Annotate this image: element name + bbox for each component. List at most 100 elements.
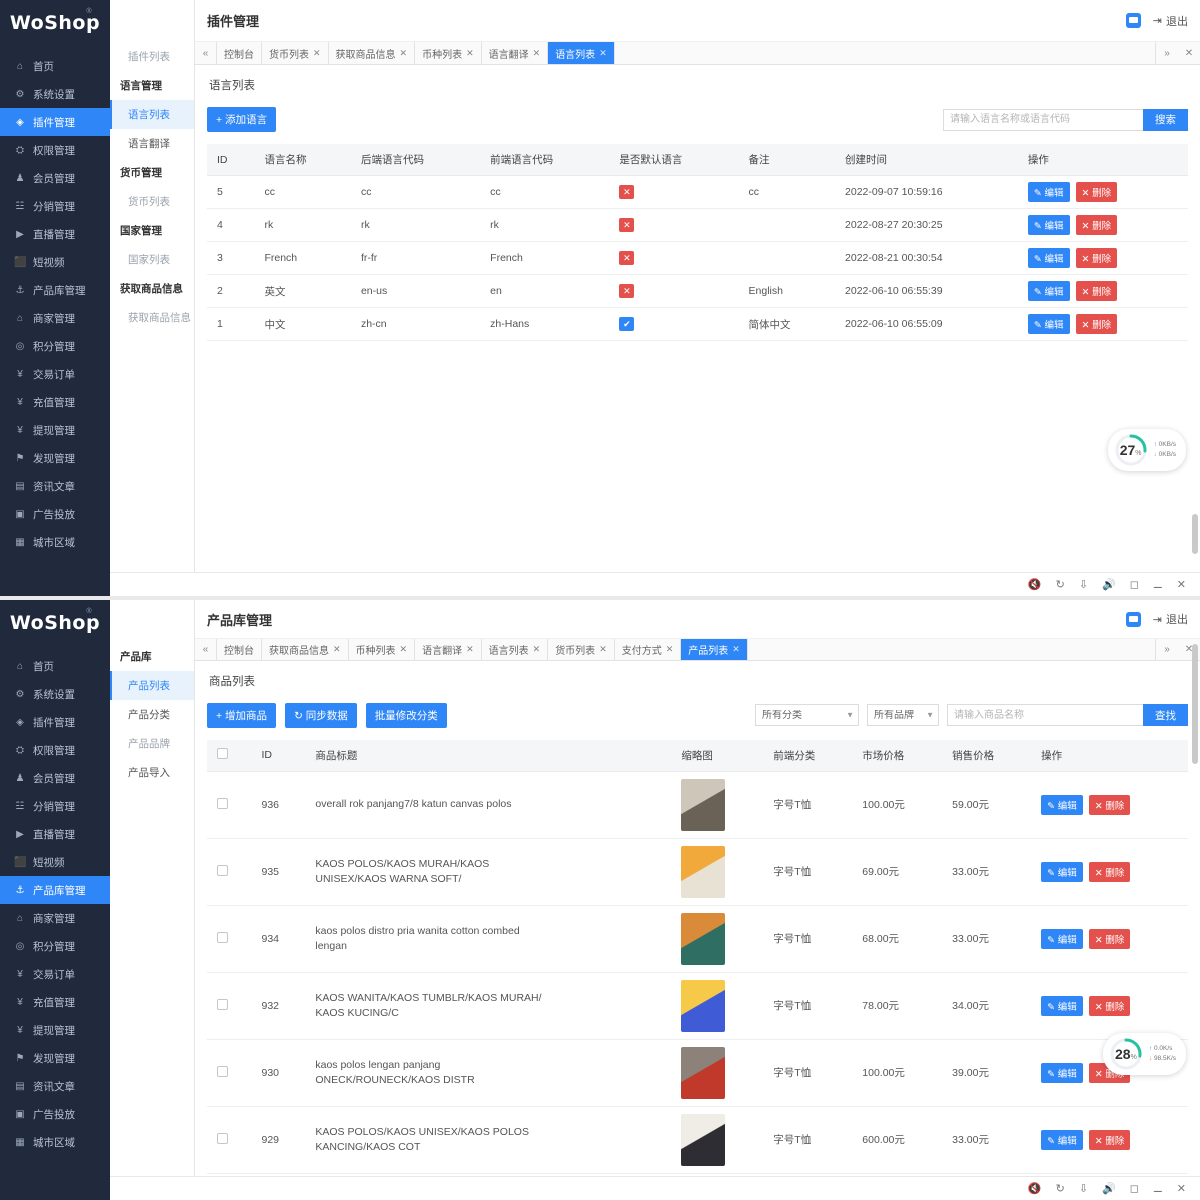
- sidebar-item-2[interactable]: ◈插件管理: [0, 708, 110, 736]
- submenu-item-3[interactable]: 语言翻译: [110, 129, 194, 158]
- edit-button[interactable]: ✎ 编辑: [1041, 1063, 1083, 1083]
- sidebar-item-16[interactable]: ▣广告投放: [0, 1100, 110, 1128]
- vertical-scrollbar[interactable]: [1192, 44, 1198, 554]
- sidebar-item-13[interactable]: ¥提现管理: [0, 416, 110, 444]
- cross-icon[interactable]: ✕: [619, 185, 634, 199]
- window-icon[interactable]: ◻: [1130, 1182, 1139, 1195]
- edit-button[interactable]: ✎ 编辑: [1028, 215, 1070, 235]
- tab-2[interactable]: 币种列表✕: [349, 639, 416, 659]
- download-icon[interactable]: ⇩: [1079, 1182, 1088, 1195]
- close-icon[interactable]: ✕: [599, 48, 607, 59]
- tabs-scroll-right-button[interactable]: »: [1156, 48, 1178, 59]
- tab-7[interactable]: 产品列表✕: [681, 639, 748, 659]
- sidebar-item-8[interactable]: ⚓产品库管理: [0, 876, 110, 904]
- brand-filter[interactable]: 所有品牌 ▼: [867, 704, 939, 726]
- delete-button[interactable]: ✕ 删除: [1076, 215, 1118, 235]
- sidebar-item-0[interactable]: ⌂首页: [0, 652, 110, 680]
- network-speed-widget[interactable]: 27% ↑ 0KB/s ↓ 0KB/s: [1108, 429, 1186, 471]
- sidebar-item-5[interactable]: ☳分销管理: [0, 192, 110, 220]
- tab-3[interactable]: 语言翻译✕: [415, 639, 482, 659]
- sidebar-item-11[interactable]: ¥交易订单: [0, 360, 110, 388]
- cross-icon[interactable]: ✕: [619, 251, 634, 265]
- window-icon[interactable]: ◻: [1130, 578, 1139, 591]
- sidebar-item-6[interactable]: ▶直播管理: [0, 220, 110, 248]
- submenu-item-4[interactable]: 产品导入: [110, 758, 194, 787]
- close-icon[interactable]: ✕: [1177, 1182, 1186, 1195]
- tab-1[interactable]: 货币列表✕: [262, 42, 329, 64]
- edit-button[interactable]: ✎ 编辑: [1028, 182, 1070, 202]
- edit-button[interactable]: ✎ 编辑: [1041, 862, 1083, 882]
- thumb-colors[interactable]: [681, 846, 725, 898]
- submenu-item-2[interactable]: 语言列表: [110, 100, 194, 129]
- submenu-item-1[interactable]: 产品列表: [110, 671, 194, 700]
- tab-0[interactable]: 控制台: [217, 639, 262, 659]
- mute-icon[interactable]: 🔇: [1028, 578, 1042, 591]
- sidebar-item-6[interactable]: ▶直播管理: [0, 820, 110, 848]
- edit-button[interactable]: ✎ 编辑: [1028, 281, 1070, 301]
- tab-6[interactable]: 支付方式✕: [615, 639, 682, 659]
- add-language-button[interactable]: + 添加语言: [207, 107, 276, 132]
- delete-button[interactable]: ✕ 删除: [1089, 1130, 1131, 1150]
- mute-icon[interactable]: 🔇: [1028, 1182, 1042, 1195]
- thumb-red[interactable]: [681, 1047, 725, 1099]
- row-checkbox[interactable]: [217, 1133, 228, 1144]
- close-icon[interactable]: ✕: [333, 644, 341, 655]
- sidebar-item-10[interactable]: ◎积分管理: [0, 932, 110, 960]
- submenu-item-0[interactable]: 插件列表: [110, 42, 194, 71]
- delete-button[interactable]: ✕ 删除: [1089, 996, 1131, 1016]
- edit-button[interactable]: ✎ 编辑: [1028, 314, 1070, 334]
- thumb-box[interactable]: [681, 913, 725, 965]
- tab-4[interactable]: 语言翻译✕: [482, 42, 549, 64]
- tab-0[interactable]: 控制台: [217, 42, 262, 64]
- tab-1[interactable]: 获取商品信息✕: [262, 639, 349, 659]
- close-icon[interactable]: ✕: [732, 644, 740, 655]
- submenu-item-9[interactable]: 获取商品信息: [110, 303, 194, 332]
- sidebar-item-5[interactable]: ☳分销管理: [0, 792, 110, 820]
- delete-button[interactable]: ✕ 删除: [1089, 929, 1131, 949]
- tab-5[interactable]: 语言列表✕: [548, 42, 615, 64]
- tab-5[interactable]: 货币列表✕: [548, 639, 615, 659]
- refresh-icon[interactable]: ↻: [1056, 578, 1065, 591]
- row-checkbox[interactable]: [217, 865, 228, 876]
- check-icon[interactable]: ✔: [619, 317, 634, 331]
- minimize-icon[interactable]: ⚊: [1153, 578, 1163, 591]
- delete-button[interactable]: ✕ 删除: [1076, 281, 1118, 301]
- submenu-item-2[interactable]: 产品分类: [110, 700, 194, 729]
- delete-button[interactable]: ✕ 删除: [1076, 314, 1118, 334]
- download-icon[interactable]: ⇩: [1079, 578, 1088, 591]
- row-checkbox[interactable]: [217, 1066, 228, 1077]
- cross-icon[interactable]: ✕: [619, 284, 634, 298]
- tab-2[interactable]: 获取商品信息✕: [329, 42, 416, 64]
- sidebar-item-15[interactable]: ▤资讯文章: [0, 1072, 110, 1100]
- sidebar-item-1[interactable]: ⚙系统设置: [0, 680, 110, 708]
- close-icon[interactable]: ✕: [599, 644, 607, 655]
- sidebar-item-16[interactable]: ▣广告投放: [0, 500, 110, 528]
- sidebar-item-9[interactable]: ⌂商家管理: [0, 904, 110, 932]
- batch-edit-category-button[interactable]: 批量修改分类: [366, 703, 447, 728]
- sidebar-item-7[interactable]: ⬛短视频: [0, 248, 110, 276]
- minimize-icon[interactable]: ⚊: [1153, 1182, 1163, 1195]
- cross-icon[interactable]: ✕: [619, 218, 634, 232]
- close-icon[interactable]: ✕: [533, 644, 541, 655]
- close-icon[interactable]: ✕: [313, 48, 321, 59]
- volume-icon[interactable]: 🔊: [1102, 578, 1116, 591]
- row-checkbox[interactable]: [217, 999, 228, 1010]
- search-input[interactable]: [943, 109, 1143, 131]
- select-all-checkbox[interactable]: [217, 748, 228, 759]
- close-icon[interactable]: ✕: [400, 48, 408, 59]
- submenu-item-5[interactable]: 货币列表: [110, 187, 194, 216]
- edit-button[interactable]: ✎ 编辑: [1041, 1130, 1083, 1150]
- sidebar-item-3[interactable]: ⛭权限管理: [0, 736, 110, 764]
- sync-data-button[interactable]: ↻ 同步数据: [285, 703, 357, 728]
- sidebar-item-0[interactable]: ⌂首页: [0, 52, 110, 80]
- message-icon[interactable]: [1126, 13, 1141, 28]
- delete-button[interactable]: ✕ 删除: [1076, 182, 1118, 202]
- sidebar-item-11[interactable]: ¥交易订单: [0, 960, 110, 988]
- tabs-scroll-left-button[interactable]: «: [195, 42, 217, 64]
- search-button[interactable]: 搜索: [1143, 109, 1188, 131]
- tab-4[interactable]: 语言列表✕: [482, 639, 549, 659]
- product-search-input[interactable]: [947, 704, 1143, 726]
- category-select[interactable]: 所有分类: [755, 704, 859, 726]
- edit-button[interactable]: ✎ 编辑: [1041, 929, 1083, 949]
- sidebar-item-3[interactable]: ⛭权限管理: [0, 136, 110, 164]
